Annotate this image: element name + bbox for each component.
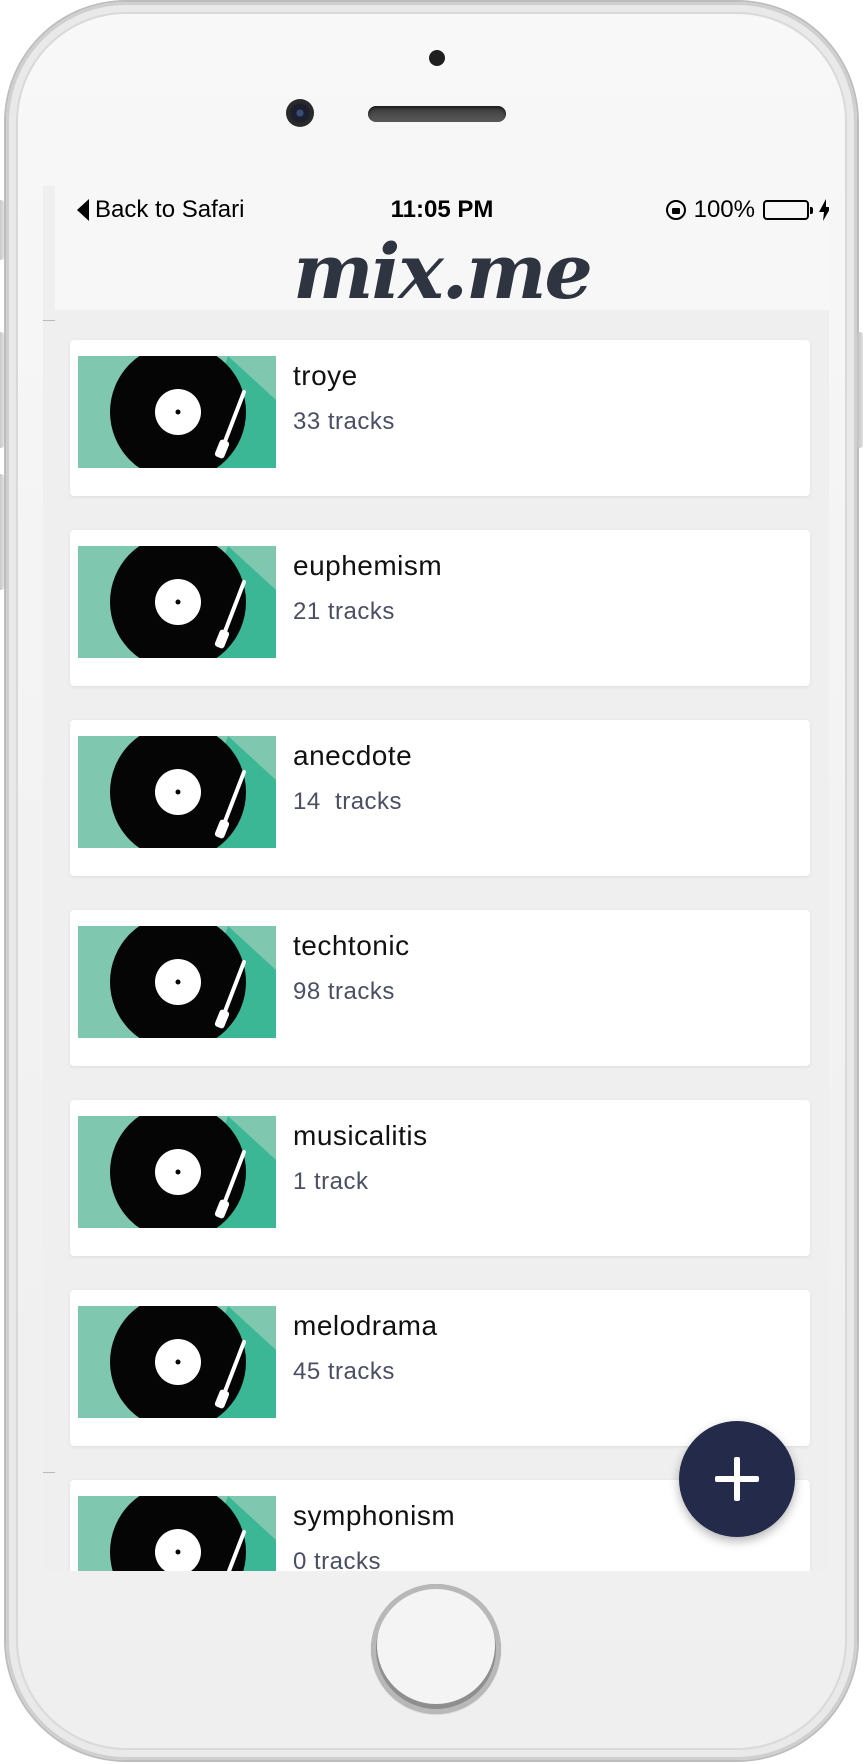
playlist-track-count: 33 tracks [293, 408, 395, 435]
battery-icon [763, 200, 813, 220]
proximity-sensor [429, 50, 445, 66]
mute-switch [0, 200, 4, 260]
playlist-track-count: 1 track [293, 1168, 369, 1195]
playlist-card[interactable]: euphemism 21 tracks [70, 530, 810, 686]
home-button[interactable] [371, 1584, 501, 1714]
status-indicators: 100% [665, 196, 829, 224]
vinyl-record-icon [78, 356, 276, 468]
playlist-title: techtonic [293, 930, 410, 961]
vinyl-record-icon [78, 1306, 276, 1418]
app-header: mix.me [55, 232, 829, 312]
rotation-lock-icon [665, 200, 686, 220]
playlist-track-count: 98 tracks [293, 978, 395, 1005]
playlist-title: musicalitis [293, 1120, 428, 1151]
playlist-card[interactable]: troye 33 tracks [70, 340, 810, 496]
playlist-card[interactable]: melodrama 45 tracks [70, 1290, 810, 1446]
power-button [857, 332, 863, 448]
playlist-title: euphemism [293, 550, 443, 581]
earpiece-speaker [368, 106, 506, 122]
app-logo: mix.me [293, 227, 593, 316]
playlist-card[interactable]: musicalitis 1 track [70, 1100, 810, 1256]
vinyl-record-icon [78, 1116, 276, 1228]
screen: Back to Safari 11:05 PM 100% mix.me troy… [43, 186, 829, 1571]
front-camera [286, 99, 314, 127]
vinyl-record-icon [78, 736, 276, 848]
playlist-track-count: 21 tracks [293, 598, 395, 625]
plus-icon [715, 1457, 759, 1501]
volume-down-button [0, 474, 4, 590]
playlist-card[interactable]: anecdote 14 tracks [70, 720, 810, 876]
playlist-track-count: 0 tracks [293, 1548, 382, 1571]
playlist-track-count: 45 tracks [293, 1358, 395, 1385]
divider [43, 1472, 55, 1473]
divider [43, 320, 55, 321]
vinyl-record-icon [78, 546, 276, 658]
playlist-card[interactable]: techtonic 98 tracks [70, 910, 810, 1066]
playlist-title: melodrama [293, 1310, 438, 1341]
playlist-title: troye [293, 360, 358, 391]
vinyl-record-icon [78, 1496, 276, 1571]
playlist-title: anecdote [293, 740, 413, 771]
vinyl-record-icon [78, 926, 276, 1038]
playlist-track-count: 14 tracks [293, 788, 403, 815]
playlist-title: symphonism [293, 1500, 456, 1531]
volume-up-button [0, 332, 4, 448]
add-playlist-button[interactable] [679, 1421, 795, 1537]
battery-percent: 100% [693, 196, 755, 223]
playlist-list: troye 33 tracks euphemism 21 tracks anec… [70, 340, 810, 1571]
